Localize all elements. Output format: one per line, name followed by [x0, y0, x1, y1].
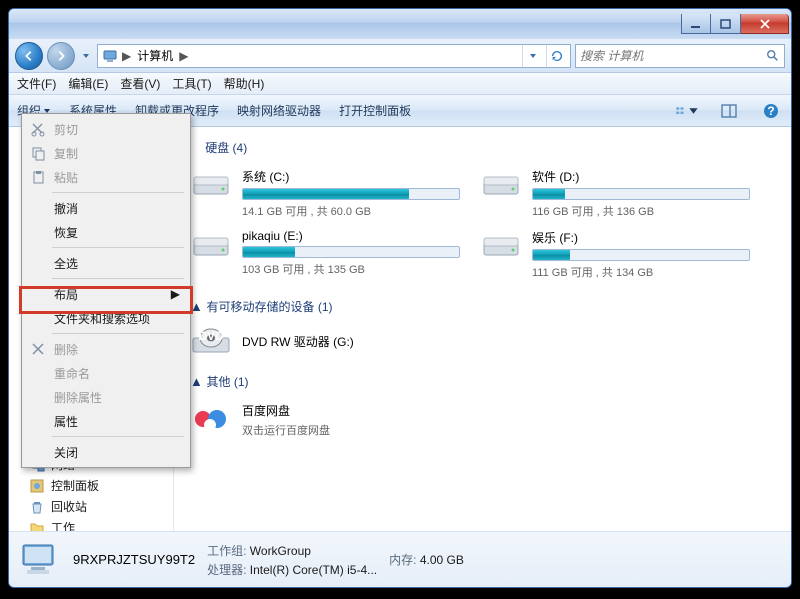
drives-grid: 系统 (C:)14.1 GB 可用 , 共 60.0 GB 软件 (D:)116…	[190, 168, 775, 280]
breadcrumb-sep: ▶	[122, 49, 131, 63]
menu-file[interactable]: 文件(F)	[17, 75, 56, 92]
menu-layout[interactable]: 布局▶	[24, 282, 188, 306]
recycle-icon	[29, 499, 45, 515]
svg-text:?: ?	[767, 104, 774, 118]
back-button[interactable]	[15, 42, 43, 70]
cut-icon	[30, 121, 46, 137]
menu-properties[interactable]: 属性	[24, 409, 188, 433]
drive-item[interactable]: 软件 (D:)116 GB 可用 , 共 136 GB	[480, 168, 750, 219]
breadcrumb-root[interactable]: 计算机	[135, 47, 175, 64]
section-removable[interactable]: ▲ 有可移动存储的设备 (1)	[190, 298, 775, 317]
menu-select-all[interactable]: 全选	[24, 251, 188, 275]
menu-help[interactable]: 帮助(H)	[224, 75, 265, 92]
menu-paste[interactable]: 粘贴	[24, 165, 188, 189]
nav-history-dropdown[interactable]	[79, 52, 93, 60]
drive-item[interactable]: pikaqiu (E:)103 GB 可用 , 共 135 GB	[190, 229, 460, 280]
hdd-icon	[480, 229, 522, 261]
menu-cut[interactable]: 剪切	[24, 117, 188, 141]
menu-tools[interactable]: 工具(T)	[172, 75, 211, 92]
delete-icon	[30, 341, 46, 357]
drive-item[interactable]: 娱乐 (F:)111 GB 可用 , 共 134 GB	[480, 229, 750, 280]
minimize-button[interactable]	[681, 14, 711, 34]
other-baidu[interactable]: 百度网盘 双击运行百度网盘	[190, 402, 775, 438]
details-name: 9RXPRJZTSUY99T2	[73, 552, 195, 567]
menu-undo[interactable]: 撤消	[24, 196, 188, 220]
menubar: 文件(F) 编辑(E) 查看(V) 工具(T) 帮助(H)	[9, 73, 791, 95]
help-button[interactable]: ?	[759, 99, 783, 123]
section-other[interactable]: ▲ 其他 (1)	[190, 373, 775, 392]
details-pane: 9RXPRJZTSUY99T2 工作组: WorkGroup 处理器: Inte…	[9, 531, 791, 587]
menu-edit[interactable]: 编辑(E)	[68, 75, 108, 92]
explorer-window: ▶ 计算机 ▶ 文件(F) 编辑(E) 查看(V) 工具(T) 帮助(H) 组织…	[8, 8, 792, 588]
baidu-icon	[190, 404, 232, 436]
menu-close[interactable]: 关闭	[24, 440, 188, 464]
navbar: ▶ 计算机 ▶	[9, 39, 791, 73]
open-control-panel-button[interactable]: 打开控制面板	[339, 102, 411, 119]
copy-icon	[30, 145, 46, 161]
close-button[interactable]	[741, 14, 789, 34]
view-mode-button[interactable]	[675, 99, 699, 123]
menu-view[interactable]: 查看(V)	[120, 75, 160, 92]
refresh-button[interactable]	[546, 45, 566, 67]
dvd-icon: DVD	[190, 327, 232, 359]
usage-bar	[532, 249, 750, 261]
hdd-icon	[190, 229, 232, 261]
computer-large-icon	[19, 539, 61, 581]
menu-copy[interactable]: 复制	[24, 141, 188, 165]
menu-rename[interactable]: 重命名	[24, 361, 188, 385]
menu-folder-options[interactable]: 文件夹和搜索选项	[24, 306, 188, 330]
hdd-icon	[190, 168, 232, 200]
content-pane: ▲ 硬盘 (4) 系统 (C:)14.1 GB 可用 , 共 60.0 GB 软…	[174, 127, 791, 531]
sidebar-item-work[interactable]: 工作	[9, 517, 173, 531]
section-hdd[interactable]: ▲ 硬盘 (4)	[190, 139, 775, 158]
preview-pane-button[interactable]	[717, 99, 741, 123]
usage-bar	[242, 246, 460, 258]
hdd-icon	[480, 168, 522, 200]
folder-icon	[29, 520, 45, 532]
dvd-drive[interactable]: DVD DVD RW 驱动器 (G:)	[190, 327, 775, 359]
drive-item[interactable]: 系统 (C:)14.1 GB 可用 , 共 60.0 GB	[190, 168, 460, 219]
search-box[interactable]	[575, 44, 785, 68]
breadcrumb-sep: ▶	[179, 49, 188, 63]
computer-icon	[102, 48, 118, 64]
menu-remove-props[interactable]: 删除属性	[24, 385, 188, 409]
usage-bar	[242, 188, 460, 200]
search-input[interactable]	[580, 49, 762, 63]
menu-delete[interactable]: 删除	[24, 337, 188, 361]
address-bar[interactable]: ▶ 计算机 ▶	[97, 44, 571, 68]
menu-redo[interactable]: 恢复	[24, 220, 188, 244]
organize-menu: 剪切 复制 粘贴 撤消 恢复 全选 布局▶ 文件夹和搜索选项 删除 重命名 删除…	[21, 113, 191, 468]
sidebar-item-control-panel[interactable]: 控制面板	[9, 475, 173, 496]
svg-text:DVD: DVD	[198, 329, 224, 343]
control-panel-icon	[29, 478, 45, 494]
titlebar	[9, 9, 791, 39]
address-dropdown[interactable]	[522, 45, 542, 67]
maximize-button[interactable]	[711, 14, 741, 34]
sidebar-item-recycle[interactable]: 回收站	[9, 496, 173, 517]
usage-bar	[532, 188, 750, 200]
search-icon	[766, 49, 780, 63]
forward-button[interactable]	[47, 42, 75, 70]
map-drive-button[interactable]: 映射网络驱动器	[237, 102, 321, 119]
paste-icon	[30, 169, 46, 185]
